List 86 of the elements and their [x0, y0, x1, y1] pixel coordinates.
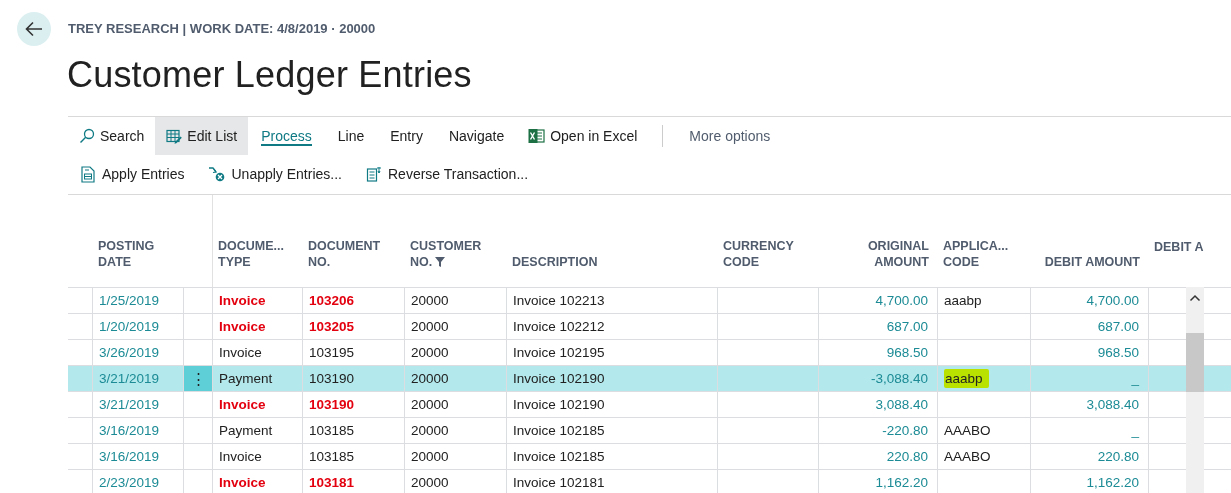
- toolbar-button[interactable]: Open in Excel: [517, 117, 649, 155]
- menu-tab[interactable]: Navigate: [435, 117, 518, 155]
- table-cell: 1,162.20: [818, 470, 937, 493]
- table-cell: _: [1030, 418, 1148, 443]
- table-cell: 20000: [404, 418, 506, 443]
- table-cell: Payment: [212, 418, 302, 443]
- page-title: Customer Ledger Entries: [67, 54, 472, 96]
- table-cell: Invoice 102185: [506, 444, 717, 469]
- toolbar-button[interactable]: Edit List: [155, 117, 249, 155]
- table-cell: Invoice: [212, 314, 302, 339]
- table-cell: 103190: [302, 366, 404, 391]
- toolbar-button[interactable]: Search: [68, 117, 156, 155]
- column-header[interactable]: DEBIT AMOUNT: [1030, 254, 1148, 287]
- menu-tab[interactable]: Line: [324, 117, 378, 155]
- scrollbar[interactable]: [1186, 287, 1204, 493]
- table-cell: Invoice 102181: [506, 470, 717, 493]
- toolbar-button[interactable]: Reverse Transaction...: [354, 155, 541, 193]
- table-cell: 103206: [302, 288, 404, 313]
- table-cell: 1/20/2019: [92, 314, 183, 339]
- table-cell: Invoice 102185: [506, 418, 717, 443]
- table-cell: AAABO: [944, 423, 991, 438]
- column-header[interactable]: ORIGINAL AMOUNT: [818, 238, 937, 287]
- table-cell: Invoice: [212, 444, 302, 469]
- table-cell: 3/16/2019: [92, 444, 183, 469]
- table-cell: 20000: [404, 288, 506, 313]
- column-header[interactable]: APPLICA... CODE: [937, 238, 1030, 287]
- grid-edit-icon: [166, 128, 183, 144]
- table-cell: 687.00: [818, 314, 937, 339]
- column-header[interactable]: DESCRIPTION: [506, 254, 717, 287]
- table-cell: 20000: [404, 392, 506, 417]
- table-cell: Invoice: [212, 470, 302, 493]
- table-cell: -220.80: [818, 418, 937, 443]
- column-header[interactable]: POSTING DATE: [92, 238, 183, 287]
- table-cell: 687.00: [1030, 314, 1148, 339]
- toolbar-button[interactable]: Apply Entries: [68, 155, 197, 193]
- table-cell: 103185: [302, 418, 404, 443]
- back-button[interactable]: [17, 12, 51, 46]
- table-cell: Invoice 102190: [506, 392, 717, 417]
- column-header[interactable]: CUSTOMER NO.: [404, 238, 506, 287]
- table-cell: 3/21/2019: [92, 392, 183, 417]
- table-cell: 20000: [404, 314, 506, 339]
- search-icon: [79, 128, 95, 144]
- document-icon: [80, 165, 96, 183]
- table-cell: Invoice 102212: [506, 314, 717, 339]
- table-cell: 20000: [404, 470, 506, 493]
- column-header[interactable]: DEBIT A: [1148, 239, 1208, 272]
- table-cell: 220.80: [1030, 444, 1148, 469]
- table-cell: 103190: [302, 392, 404, 417]
- column-header[interactable]: DOCUMENT NO.: [302, 238, 404, 287]
- table-cell: aaabp: [944, 293, 982, 308]
- table-cell: 3,088.40: [818, 392, 937, 417]
- table-cell: -3,088.40: [818, 366, 937, 391]
- chevron-up-icon: [1189, 293, 1201, 302]
- column-header[interactable]: DOCUME... TYPE: [212, 238, 302, 287]
- table-cell: 4,700.00: [1030, 288, 1148, 313]
- table-row[interactable]: 3/21/2019 ⋮ Payment 103190 20000 Invoice 102190 -3,088.40 aaabp _: [68, 365, 1231, 391]
- table-cell: 4,700.00: [818, 288, 937, 313]
- column-header[interactable]: CURRENCY CODE: [717, 238, 818, 287]
- row-menu-button[interactable]: ⋮: [183, 366, 212, 391]
- table-cell: AAABO: [944, 449, 991, 464]
- table-cell: 20000: [404, 366, 506, 391]
- table-cell: 1/25/2019: [92, 288, 183, 313]
- table-cell: Invoice: [212, 288, 302, 313]
- table-cell: 3,088.40: [1030, 392, 1148, 417]
- table-cell: Invoice: [212, 392, 302, 417]
- table-cell: 103205: [302, 314, 404, 339]
- scrollbar-thumb[interactable]: [1186, 333, 1204, 392]
- menu-tab[interactable]: Process: [248, 117, 325, 155]
- table-cell: 3/16/2019: [92, 418, 183, 443]
- breadcrumb: TREY RESEARCH | WORK DATE: 4/8/2019 · 20000: [68, 21, 376, 36]
- back-arrow-icon: [25, 21, 43, 37]
- table-cell: Invoice 102190: [506, 366, 717, 391]
- table-cell: _: [1030, 366, 1148, 391]
- more-options-button[interactable]: More options: [678, 117, 782, 155]
- table-cell: 20000: [404, 444, 506, 469]
- table-cell: 220.80: [818, 444, 937, 469]
- table-cell: 103181: [302, 470, 404, 493]
- table-cell: aaabp: [944, 369, 989, 388]
- menu-tab[interactable]: Entry: [377, 117, 436, 155]
- spreadsheet-icon: [528, 128, 546, 144]
- table-cell: 2/23/2019: [92, 470, 183, 493]
- table-cell: 103185: [302, 444, 404, 469]
- toolbar-button[interactable]: Unapply Entries...: [196, 155, 354, 193]
- table-cell: Payment: [212, 366, 302, 391]
- table-cell: Invoice 102213: [506, 288, 717, 313]
- table-cell: 1,162.20: [1030, 470, 1148, 493]
